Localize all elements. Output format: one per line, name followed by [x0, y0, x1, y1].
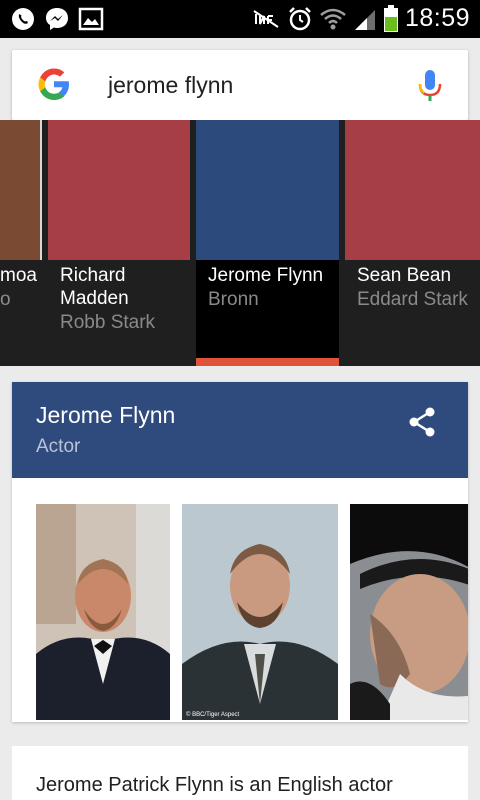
- cast-photo: [0, 120, 42, 260]
- knowledge-panel: Jerome Flynn Actor © BBC/Tiger Aspect: [12, 382, 468, 722]
- cast-name: Sean Bean: [357, 265, 452, 286]
- entity-description: Jerome Patrick Flynn is an English actor: [36, 774, 393, 796]
- knowledge-panel-header: Jerome Flynn Actor: [12, 382, 468, 478]
- cast-photo: [48, 120, 190, 260]
- cast-name: Richard Madden: [60, 265, 129, 309]
- carousel-card-selected[interactable]: Jerome Flynn Bronn: [196, 120, 339, 366]
- microphone-icon[interactable]: [416, 68, 444, 104]
- whatsapp-icon: [12, 8, 34, 30]
- wifi-icon: [320, 8, 346, 29]
- carousel-card[interactable]: Richard Madden Robb Stark: [48, 120, 190, 366]
- status-bar: 18:59: [0, 0, 480, 38]
- cast-photo: [345, 120, 480, 260]
- cast-role: Robb Stark: [60, 312, 156, 333]
- entity-subtitle: Actor: [36, 436, 81, 457]
- cast-role: Eddard Stark: [357, 289, 468, 310]
- cast-photo: [196, 120, 339, 260]
- carousel-card[interactable]: Sean Bean Eddard Stark: [345, 120, 480, 366]
- cast-carousel[interactable]: moa o Richard Madden Robb Stark Jerome F…: [0, 120, 480, 366]
- actor-photo[interactable]: [350, 504, 468, 720]
- search-query[interactable]: jerome flynn: [108, 72, 233, 99]
- actor-photo[interactable]: © BBC/Tiger Aspect: [182, 504, 338, 720]
- gallery-icon: [78, 7, 104, 31]
- search-box[interactable]: jerome flynn: [12, 50, 468, 120]
- cast-name: Jerome Flynn: [208, 265, 324, 286]
- share-icon[interactable]: [406, 406, 438, 438]
- image-strip[interactable]: © BBC/Tiger Aspect: [36, 504, 468, 720]
- alarm-icon: [289, 6, 311, 30]
- messenger-icon: [46, 8, 68, 30]
- description-card: Jerome Patrick Flynn is an English actor: [12, 746, 468, 800]
- cast-role: Bronn: [208, 289, 259, 310]
- signal-icon: [354, 9, 375, 30]
- photo-caption: © BBC/Tiger Aspect: [186, 711, 240, 718]
- selected-indicator: [196, 358, 339, 366]
- battery-icon: [383, 4, 398, 32]
- search-bar-area: jerome flynn: [0, 38, 480, 120]
- nfc-icon: [253, 9, 279, 28]
- carousel-card[interactable]: moa o: [0, 120, 42, 366]
- actor-photo[interactable]: [36, 504, 170, 720]
- google-logo-icon: [38, 68, 69, 100]
- clock: 18:59: [404, 4, 470, 32]
- entity-title: Jerome Flynn: [36, 402, 176, 428]
